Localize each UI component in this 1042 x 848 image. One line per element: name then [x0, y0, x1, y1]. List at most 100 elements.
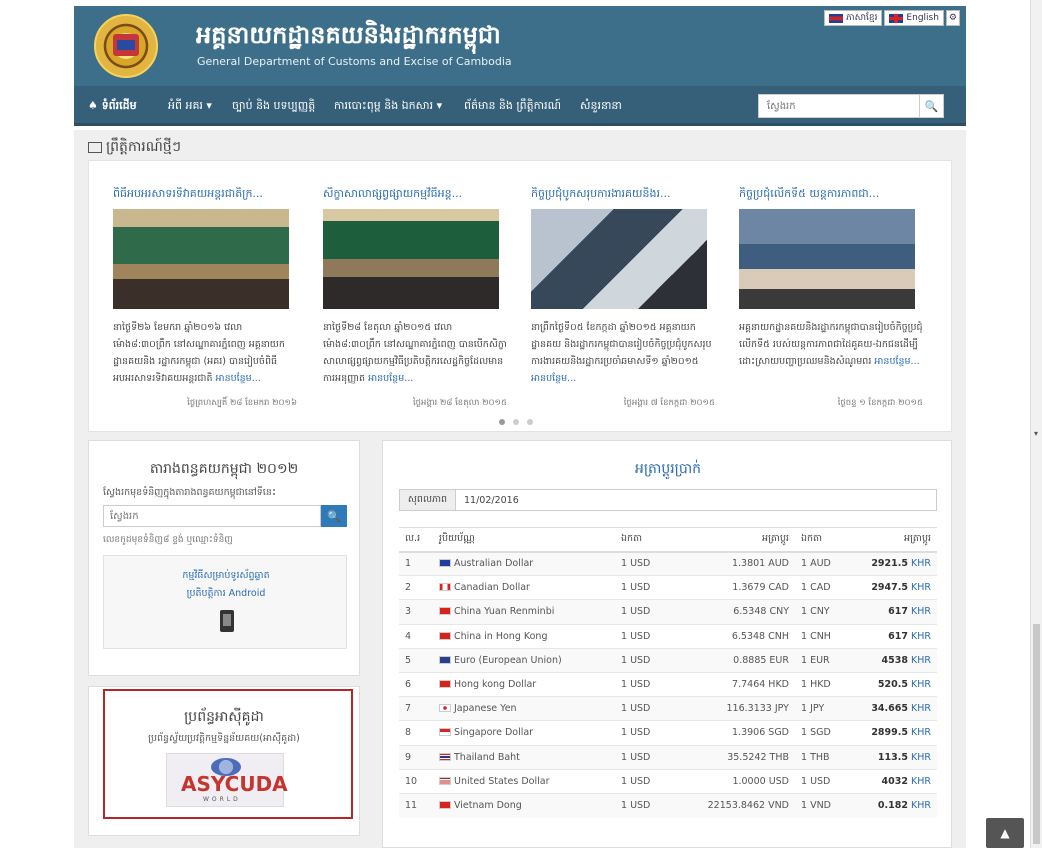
- tariff-search-input[interactable]: [103, 505, 321, 527]
- unit-cell: 1 USD: [615, 575, 685, 600]
- tariff-hint: លេខកូដមុខទំនិញ៨ ខ្ទង់ ឬឈ្មោះទំនិញ: [103, 535, 233, 545]
- asycuda-logo[interactable]: ASYCUDA WORLD: [166, 753, 288, 807]
- site-title-english[interactable]: General Department of Customs and Excise…: [197, 55, 512, 68]
- exchange-date-label: សុពលភាព: [400, 490, 456, 510]
- khr-value: 2899.5: [871, 727, 908, 739]
- khr-value: 0.182: [877, 800, 908, 812]
- read-more-link[interactable]: អានបន្ថែម...: [216, 373, 261, 384]
- news-date: ថ្ងៃអង្គារ ៧ ខែកក្កដា ២០១៥: [623, 398, 715, 408]
- cn-flag-icon: [439, 631, 451, 640]
- read-more-link[interactable]: អានបន្ថែម...: [531, 373, 576, 384]
- row-number: 6: [399, 671, 433, 697]
- nav-item-publications[interactable]: ការបោះពុម្ព និង ឯកសារ ▾: [334, 99, 442, 115]
- khr-cell: 0.182 KHR: [851, 792, 937, 818]
- row-number: 2: [399, 575, 433, 600]
- nav-item-faq[interactable]: សំនួរនានា: [580, 99, 622, 115]
- scrollbar-thumb[interactable]: [1033, 624, 1040, 844]
- lang-english-label: English: [906, 13, 939, 23]
- android-app-link[interactable]: កម្មវិធីសម្រាប់ទូរស័ព្ទឆ្លាត: [104, 569, 348, 583]
- android-app-link-sub[interactable]: ប្រតិបត្តិការ Android: [104, 587, 348, 601]
- search-icon[interactable]: 🔍: [919, 95, 943, 117]
- news-title[interactable]: កិច្ចប្រជុំបូកសរុបការងារគយនិងរ...: [531, 187, 717, 203]
- currency-name: Japanese Yen: [454, 703, 517, 715]
- currency-cell: Thailand Baht: [433, 744, 615, 770]
- currency-name: United States Dollar: [454, 775, 550, 787]
- au-flag-icon: [439, 559, 451, 568]
- asycuda-logo-word: ASYCUDA: [181, 772, 288, 796]
- col-header-rate: អត្រាប្តូរ: [685, 527, 795, 553]
- rate-cell: 116.3133 JPY: [685, 696, 795, 721]
- news-photo[interactable]: [739, 209, 915, 309]
- rate-cell: 35.5242 THB: [685, 744, 795, 770]
- scroll-down-icon[interactable]: ▾: [1034, 429, 1038, 438]
- nav-item-home[interactable]: ♠ ទំព័រដើម: [88, 99, 137, 115]
- android-app-box[interactable]: កម្មវិធីសម្រាប់ទូរស័ព្ទឆ្លាត ប្រតិបត្តិក…: [103, 555, 347, 649]
- site-search-input[interactable]: [759, 95, 919, 117]
- table-row: 5 Euro (European Union) 1 USD 0.8885 EUR 1 E…: [399, 647, 937, 673]
- khr-unit: KHR: [911, 582, 931, 594]
- lang-english-button[interactable]: English: [884, 10, 944, 26]
- khr-cell: 2921.5 KHR: [851, 550, 937, 576]
- news-title[interactable]: សិក្ខាសាលាផ្សព្វផ្សាយកម្មវិធីអន្ត...: [323, 187, 509, 203]
- news-desc-text: នាព្រឹកថ្ងៃទី០៥ ខែកក្កដា ឆ្នាំ២០១៥ អគ្គន…: [531, 322, 712, 367]
- khr-unit: KHR: [911, 751, 931, 763]
- eu-flag-icon: [439, 655, 451, 664]
- search-icon[interactable]: 🔍: [321, 505, 347, 527]
- khr-unit: KHR: [911, 630, 931, 642]
- nav-item-news[interactable]: ព័ត៌មាន និង ព្រឹត្តិការណ៍: [464, 99, 561, 115]
- unit-cell: 1 USD: [615, 792, 685, 818]
- news-title[interactable]: កិច្ចប្រជុំលើកទី៥ យន្តការភាពជា...: [739, 187, 925, 203]
- currency-name: Thailand Baht: [454, 751, 520, 763]
- rate-cell: 6.5348 CNY: [685, 599, 795, 625]
- rate-cell: 0.8885 EUR: [685, 647, 795, 673]
- khr-value: 4032: [881, 775, 908, 787]
- lang-khmer-button[interactable]: ភាសាខ្មែរ: [824, 10, 883, 26]
- row-number: 7: [399, 696, 433, 721]
- hk-flag-icon: [439, 680, 451, 689]
- carousel-dot[interactable]: [513, 419, 519, 425]
- table-row: 3 China Yuan Renminbi 1 USD 6.5348 CNY 1 CNY…: [399, 599, 937, 625]
- customs-logo[interactable]: [94, 14, 158, 78]
- khr-unit: KHR: [911, 558, 931, 570]
- khr-value: 617: [888, 606, 908, 618]
- currency-cell: China Yuan Renminbi: [433, 599, 615, 625]
- news-card: សិក្ខាសាលាផ្សព្វផ្សាយកម្មវិធីអន្ត... នាថ…: [323, 187, 509, 408]
- unit2-cell: 1 VND: [795, 792, 851, 818]
- row-number: 1: [399, 550, 433, 576]
- news-description: នាព្រឹកថ្ងៃទី០៥ ខែកក្កដា ឆ្នាំ២០១៥ អគ្គន…: [531, 319, 715, 387]
- news-title[interactable]: ពិធីអបអរសាទរទិវាគយអន្តរជាតិក្រ...: [113, 187, 299, 203]
- read-more-link[interactable]: អានបន្ថែម...: [874, 356, 919, 367]
- carousel-dot[interactable]: [527, 419, 533, 425]
- settings-gear-icon[interactable]: ⚙: [945, 10, 960, 26]
- news-description: នាថ្ងៃទី២៦ ខែមករា ឆ្នាំ២០១៦ វេលាម៉ោង៨:៣០…: [113, 319, 297, 387]
- read-more-link[interactable]: អានបន្ថែម...: [368, 373, 413, 384]
- khr-cell: 2899.5 KHR: [851, 720, 937, 745]
- table-row: 11 Vietnam Dong 1 USD 22153.8462 VND 1 VND 0.…: [399, 792, 937, 818]
- news-date: ថ្ងៃព្រហស្បតិ៍ ២៨ ខែមករា ២០១៦: [187, 398, 297, 408]
- khr-cell: 2947.5 KHR: [851, 575, 937, 600]
- carousel-dot[interactable]: [499, 419, 505, 425]
- site-title-khmer[interactable]: អគ្គនាយកដ្ឋានគយនិងរដ្ឋាករកម្ពុជា: [196, 20, 501, 55]
- news-photo[interactable]: [113, 209, 289, 309]
- nav-item-about[interactable]: អំពី អគរ ▾: [168, 99, 212, 115]
- carousel-indicators: [499, 419, 533, 425]
- khr-cell: 34.665 KHR: [851, 696, 937, 721]
- back-to-top-button[interactable]: ▲: [986, 818, 1024, 848]
- khr-value: 617: [888, 630, 908, 642]
- exchange-rate-table: ល.រ រូបិយប័ណ្ណ ឯកតា អត្រាប្តូរ ឯកតា អត្រ…: [399, 527, 937, 818]
- unit2-cell: 1 EUR: [795, 647, 851, 673]
- currency-cell: Hong kong Dollar: [433, 671, 615, 697]
- news-photo[interactable]: [531, 209, 707, 309]
- unit-cell: 1 USD: [615, 550, 685, 576]
- unit2-cell: 1 THB: [795, 744, 851, 770]
- uk-flag-icon: [889, 13, 904, 23]
- nav-item-laws[interactable]: ច្បាប់ និង បទប្បញ្ញត្តិ: [232, 99, 315, 115]
- currency-name: China Yuan Renminbi: [454, 606, 555, 618]
- news-photo[interactable]: [323, 209, 499, 309]
- newspaper-icon: [88, 142, 102, 153]
- rate-cell: 7.7464 HKD: [685, 671, 795, 697]
- row-number: 8: [399, 720, 433, 745]
- asycuda-title: ប្រព័ន្ធអាស៊ីគូដា: [184, 709, 264, 725]
- table-row: 10 United States Dollar 1 USD 1.0000 USD 1 U…: [399, 768, 937, 794]
- khr-cell: 4032 KHR: [851, 768, 937, 794]
